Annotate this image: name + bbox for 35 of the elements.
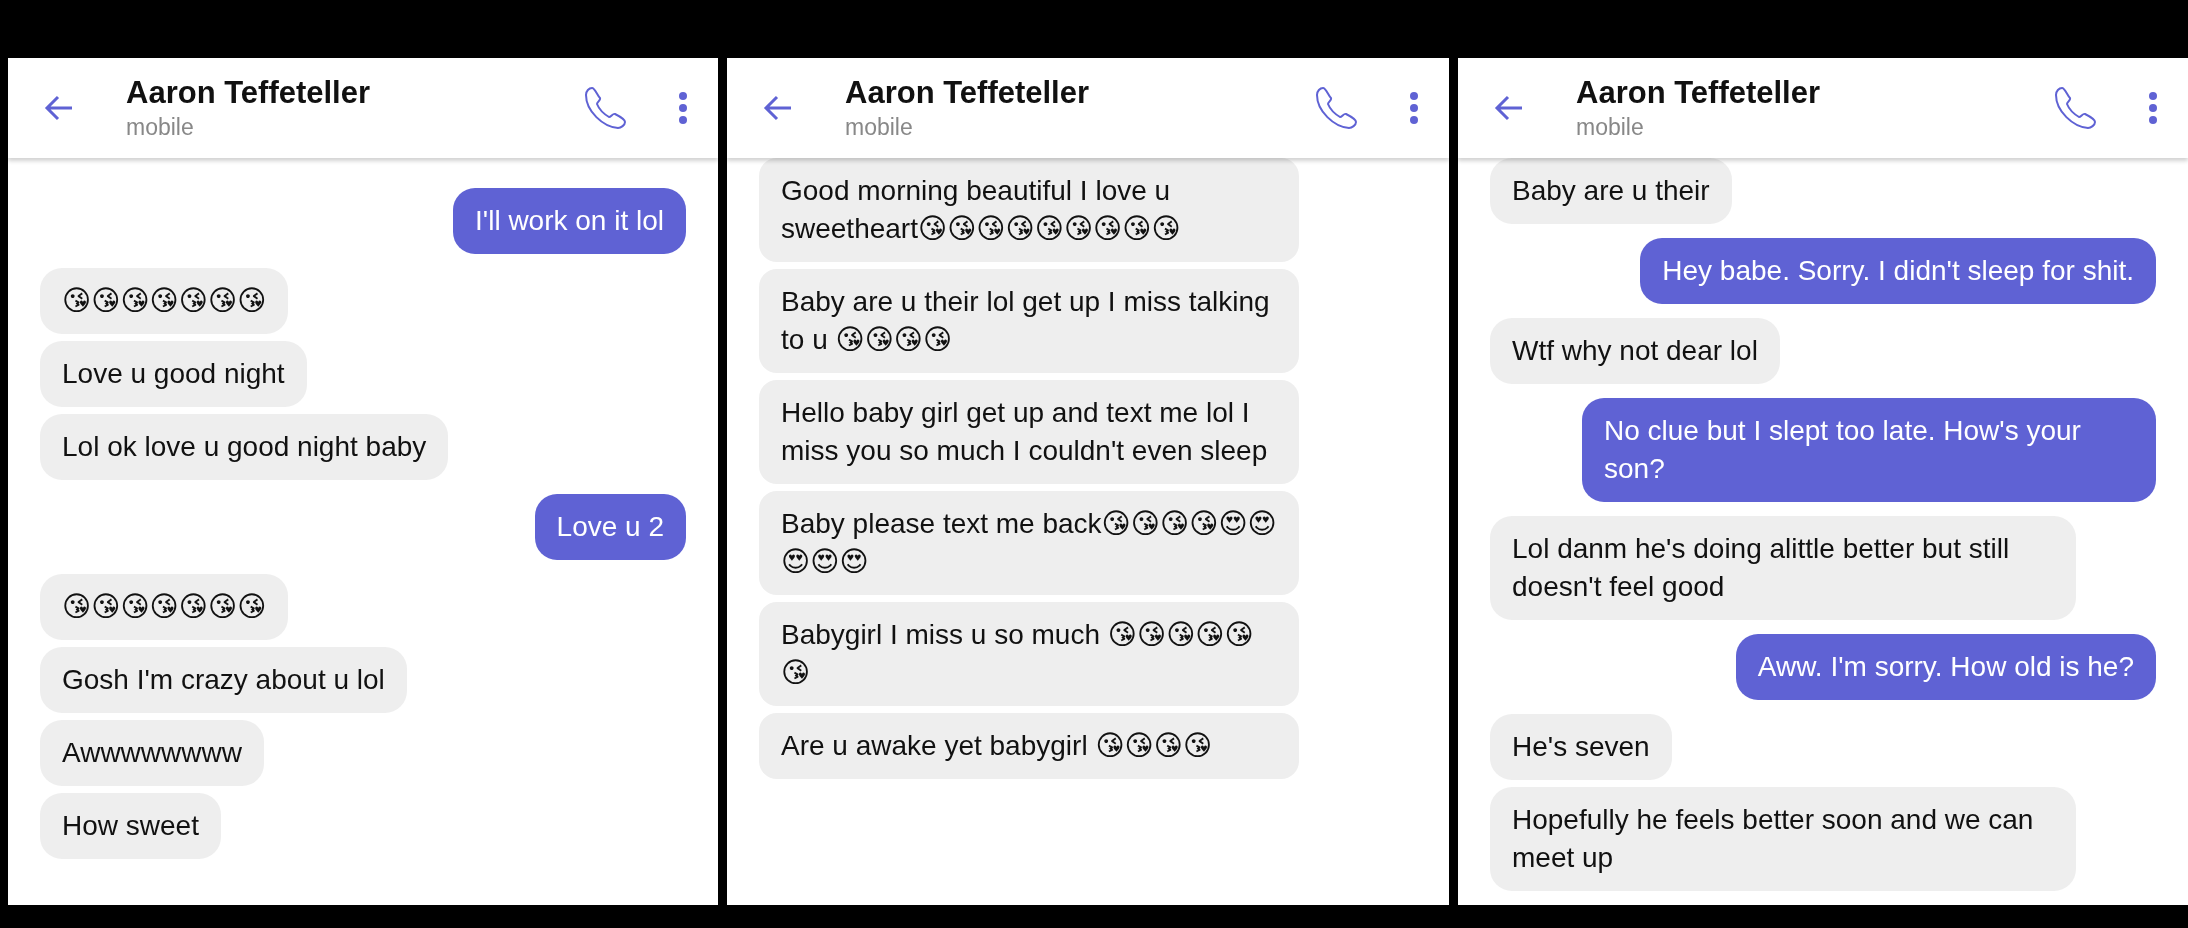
message-bubble: Gosh I'm crazy about u lol — [40, 647, 407, 713]
message-bubble: Baby are u their — [1490, 158, 1732, 224]
contact-subtitle: mobile — [1576, 113, 1645, 142]
contact-name: Aaron Teffeteller — [126, 74, 372, 112]
contact-name: Aaron Teffeteller — [845, 74, 1091, 112]
message-bubble: Are u awake yet babygirl 😘😘😘😘 — [759, 713, 1299, 779]
message-bubble: 😘😘😘😘😘😘😘 — [40, 268, 289, 334]
message-bubble: Baby are u their lol get up I miss talking to u 😘😘😘😘 — [759, 269, 1299, 373]
more-options-icon[interactable] — [1409, 91, 1419, 125]
message-bubble: Hey babe. Sorry. I didn't sleep for shit. — [1640, 238, 2156, 304]
message-bubble: How sweet — [40, 793, 221, 859]
back-arrow-icon[interactable] — [763, 95, 793, 121]
message-bubble: No clue but I slept too late. How's your son? — [1582, 398, 2156, 502]
contact-subtitle: mobile — [845, 113, 914, 142]
message-bubble: Babygirl I miss u so much 😘😘😘😘😘😘 — [759, 602, 1299, 706]
message-bubble: I'll work on it lol — [453, 188, 686, 254]
message-bubble: Awwwwwwww — [40, 720, 264, 786]
message-bubble: Lol ok love u good night baby — [40, 414, 449, 480]
more-options-icon[interactable] — [2148, 91, 2158, 125]
message-bubble: Aww. I'm sorry. How old is he? — [1735, 634, 2156, 700]
message-bubble: Wtf why not dear lol — [1490, 318, 1780, 384]
message-bubble: Lol danm he's doing alittle better but still doesn't feel good — [1490, 516, 2076, 620]
message-bubble: Hello baby girl get up and text me lol I miss you so much I couldn't even sleep — [759, 380, 1299, 484]
message-bubble: Baby please text me back😘😘😘😘😍😍😍😍😍 — [759, 491, 1299, 595]
message-bubble: He's seven — [1490, 714, 1672, 780]
message-bubble: Love u good night — [40, 341, 307, 407]
message-bubble: Hopefully he feels better soon and we can meet up — [1490, 787, 2076, 891]
message-bubble: Good morning beautiful I love u sweetheart😘😘😘😘😘😘😘😘😘 — [759, 158, 1299, 262]
message-bubble: Love u 2 — [534, 494, 686, 560]
back-arrow-icon[interactable] — [44, 95, 74, 121]
more-options-icon[interactable] — [678, 91, 688, 125]
contact-subtitle: mobile — [126, 113, 195, 142]
back-arrow-icon[interactable] — [1494, 95, 1524, 121]
contact-name: Aaron Teffeteller — [1576, 74, 1822, 112]
message-bubble: 😘😘😘😘😘😘😘 — [40, 574, 289, 640]
